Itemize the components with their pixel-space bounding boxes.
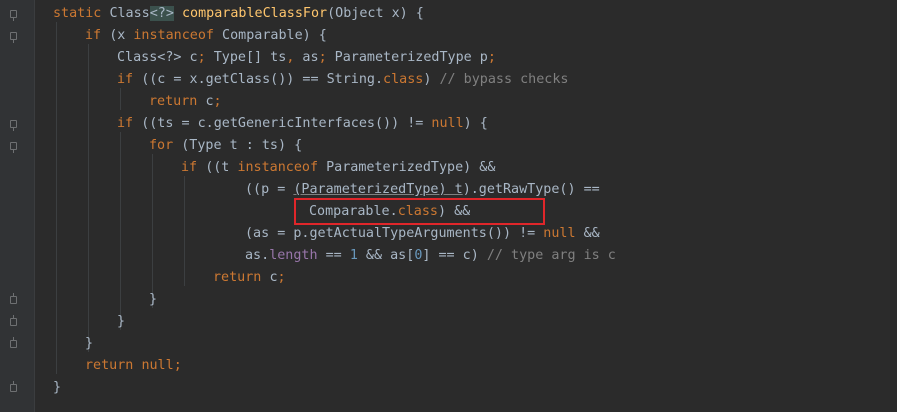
fold-marker-icon[interactable] [10,120,17,131]
code-line-6[interactable]: if ((ts = c.getGenericInterfaces()) != n… [117,113,488,135]
code-line-16[interactable]: } [85,333,93,355]
code-comment: // bypass checks [439,72,569,87]
type-class: Class [109,6,150,21]
indent-guide [152,154,153,308]
method-name: comparableClassFor [182,6,328,21]
code-line-5[interactable]: return c; [149,91,222,113]
code-line-8[interactable]: if ((t instanceof ParameterizedType) && [181,157,495,179]
fold-marker-icon[interactable] [10,10,17,21]
code-line-17[interactable]: return null; [85,355,182,377]
fold-marker-icon[interactable] [10,381,17,392]
fold-marker-icon[interactable] [10,293,17,304]
method-params: (Object x) { [327,6,424,21]
code-line-12[interactable]: as.length == 1 && as[0] == c) // type ar… [245,245,616,267]
code-line-14[interactable]: } [149,289,157,311]
code-comment: // type arg is c [486,248,616,263]
editor-gutter [0,0,35,412]
fold-marker-icon[interactable] [10,142,17,153]
fold-marker-icon[interactable] [10,315,17,326]
code-line-11[interactable]: (as = p.getActualTypeArguments()) != nul… [245,223,600,245]
code-editor[interactable]: static Class<?> comparableClassFor(Objec… [0,0,897,412]
indent-guide [56,22,57,374]
code-line-4[interactable]: if ((c = x.getClass()) == String.class) … [117,69,568,91]
generic-wildcard: <?> [149,6,174,21]
code-line-18[interactable]: } [53,377,61,399]
indent-guide [184,176,185,286]
redundant-cast: (ParameterizedType) t [293,182,463,197]
code-line-7[interactable]: for (Type t : ts) { [149,135,302,157]
field-length: length [269,248,318,263]
code-line-1[interactable]: static Class<?> comparableClassFor(Objec… [53,3,424,25]
indent-guide [120,88,121,110]
code-line-3[interactable]: Class<?> c; Type[] ts, as; Parameterized… [117,47,496,69]
code-line-13[interactable]: return c; [213,267,286,289]
code-line-15[interactable]: } [117,311,125,333]
code-line-2[interactable]: if (x instanceof Comparable) { [85,25,327,47]
fold-marker-icon[interactable] [10,337,17,348]
keyword-static: static [53,6,110,21]
indent-guide [120,132,121,330]
fold-marker-icon[interactable] [10,32,17,43]
annotation-highlight-box [294,198,545,225]
indent-guide [88,44,89,352]
